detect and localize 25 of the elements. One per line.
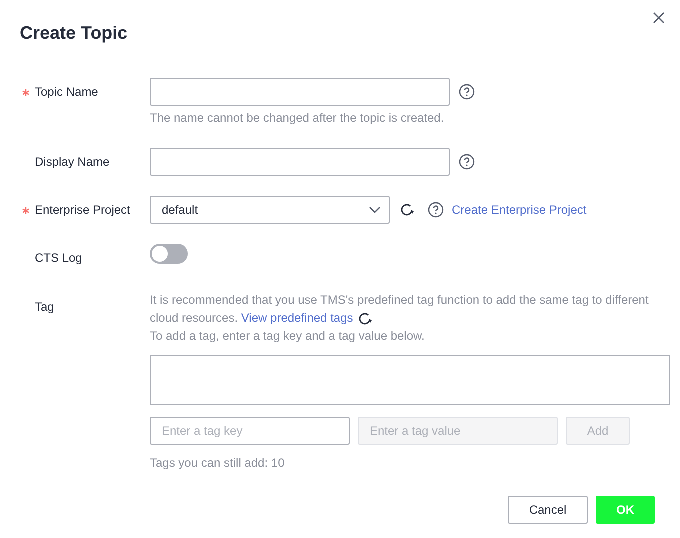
help-icon[interactable]: [459, 84, 475, 100]
field-label: Topic Name: [35, 85, 98, 99]
text-field[interactable]: [150, 78, 450, 106]
close-icon[interactable]: [653, 12, 665, 24]
tag-key-field[interactable]: Enter a tag key: [150, 417, 350, 445]
help-icon[interactable]: [459, 154, 475, 170]
field-label: Display Name: [35, 155, 110, 169]
refresh-icon[interactable]: [356, 310, 373, 327]
create-project-link[interactable]: Create Enterprise Project: [452, 201, 587, 219]
tag-notice: It is recommended that you use TMS's predefined tag function to add the same tag to different cloud resources. View predefined tags: [150, 292, 650, 327]
field-label: Tag: [35, 300, 54, 314]
view-tags-link[interactable]: View predefined tags: [241, 311, 354, 325]
refresh-icon[interactable]: [399, 202, 415, 218]
field-label: Enterprise Project: [35, 203, 130, 217]
field-hint: The name cannot be changed after the topic is created.: [150, 110, 446, 127]
cancel-button[interactable]: Cancel: [508, 496, 588, 524]
field-label: CTS Log: [35, 251, 82, 265]
dialog-title: Create Topic: [20, 22, 128, 45]
toggle-switch[interactable]: [150, 244, 188, 264]
text-field[interactable]: [150, 148, 450, 176]
tag-instruction: To add a tag, enter a tag key and a tag value below.: [150, 328, 426, 345]
chevron-down-icon: [369, 206, 381, 214]
help-icon[interactable]: [428, 202, 444, 218]
dropdown[interactable]: default: [150, 196, 390, 224]
tags-remaining: Tags you can still add: 10: [150, 455, 286, 472]
